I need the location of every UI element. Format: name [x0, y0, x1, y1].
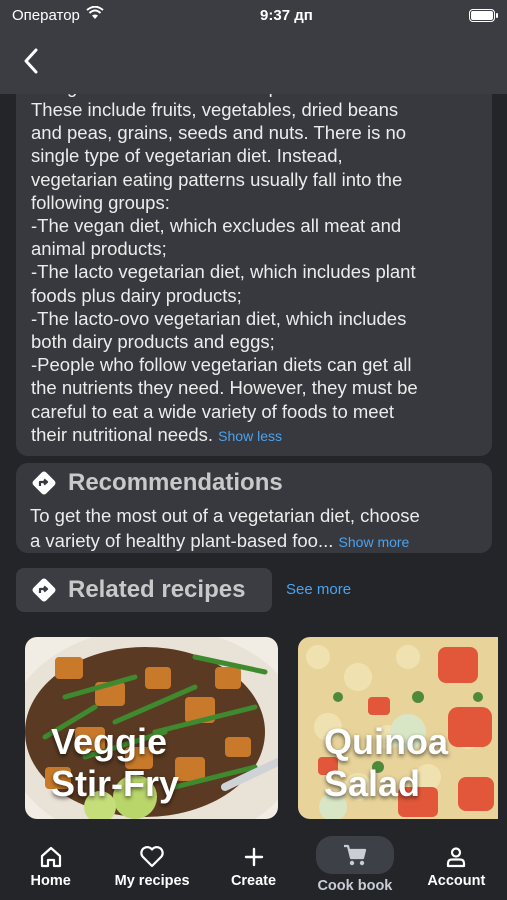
tab-create[interactable]: Create — [203, 830, 304, 900]
tab-label: Create — [230, 873, 277, 889]
recommendations-card: Recommendations To get the most out of a… — [16, 463, 492, 553]
cart-icon — [315, 836, 394, 874]
navigation-bar — [0, 30, 507, 94]
bottom-tab-bar: Home My recipes Create Cook book Account — [0, 830, 507, 900]
related-recipes-header: Related recipes — [16, 568, 272, 612]
status-bar: Оператор 9:37 дп — [0, 0, 507, 30]
see-more-link[interactable]: See more — [286, 581, 351, 598]
show-less-link[interactable]: Show less — [218, 428, 282, 444]
recommendations-text-line1: To get the most out of a vegetarian diet… — [30, 505, 420, 526]
person-icon — [444, 844, 468, 870]
home-icon — [39, 844, 63, 870]
recommendations-text-line2: a variety of healthy plant-based foo... — [30, 530, 334, 551]
wifi-icon — [86, 5, 104, 24]
status-time: 9:37 дп — [260, 6, 313, 24]
carrier-label: Оператор — [12, 6, 80, 24]
recommendations-title: Recommendations — [68, 469, 283, 496]
battery-icon — [469, 8, 498, 22]
heart-icon — [139, 844, 165, 870]
tab-label: My recipes — [114, 873, 190, 889]
description-card: A vegetarian diet focuses on plants for … — [16, 60, 492, 456]
tab-home[interactable]: Home — [0, 830, 101, 900]
tab-account[interactable]: Account — [406, 830, 507, 900]
tab-label: Home — [30, 873, 71, 889]
recipe-card-veggie-stir-fry[interactable]: Veggie Stir-Fry — [25, 637, 278, 819]
plus-icon — [242, 844, 266, 870]
tab-my-recipes[interactable]: My recipes — [101, 830, 202, 900]
recipe-title: Quinoa Salad — [324, 721, 448, 804]
show-more-link[interactable]: Show more — [339, 534, 410, 550]
tab-label: Cook book — [317, 878, 393, 894]
related-recipes-title: Related recipes — [68, 576, 246, 603]
recipe-title: Veggie Stir-Fry — [51, 721, 180, 804]
description-text: A vegetarian diet focuses on plants for … — [31, 76, 418, 445]
directions-icon — [30, 576, 58, 604]
back-button[interactable] — [14, 44, 48, 78]
tab-cook-book[interactable]: Cook book — [304, 830, 405, 900]
directions-icon — [30, 469, 58, 497]
chevron-left-icon — [24, 48, 38, 74]
tab-label: Account — [427, 873, 486, 889]
recipe-card-quinoa-salad[interactable]: Quinoa Salad — [298, 637, 498, 819]
